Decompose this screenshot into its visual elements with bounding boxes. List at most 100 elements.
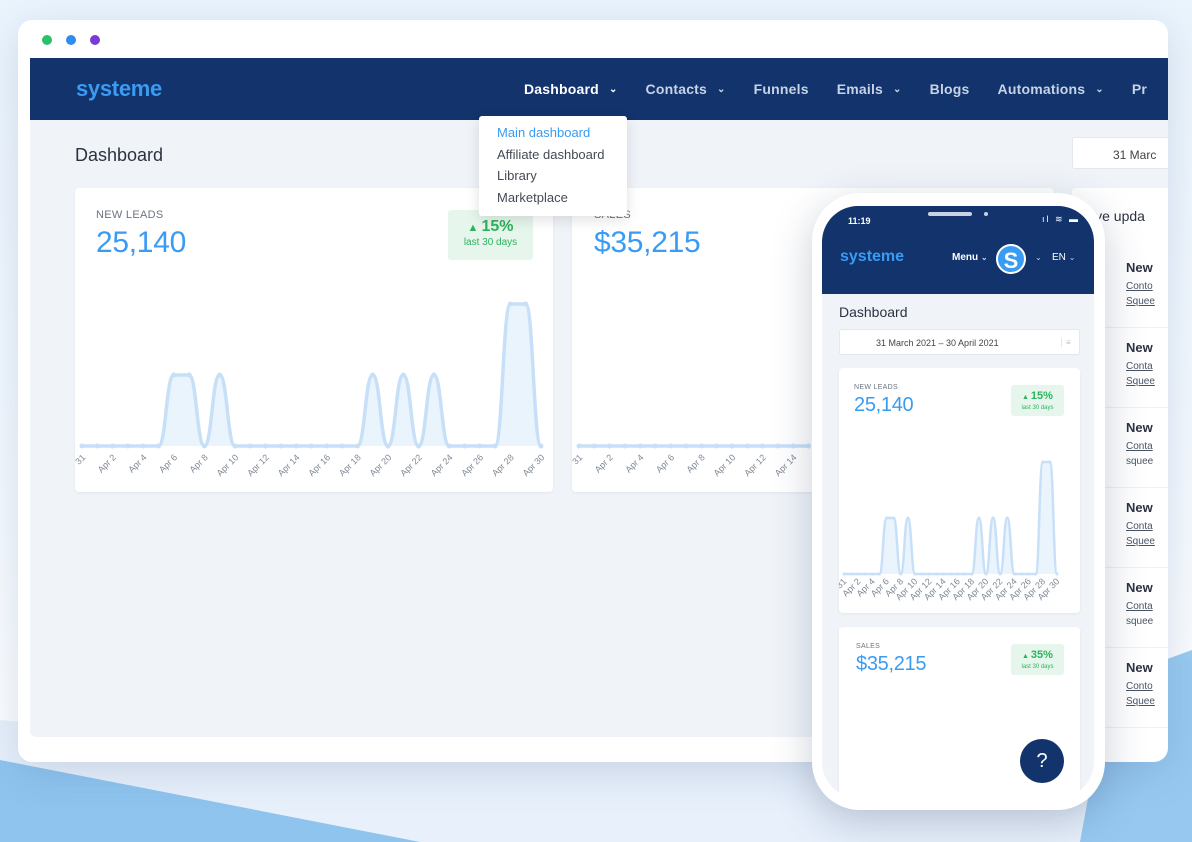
nav-item-pr[interactable]: Pr — [1132, 81, 1147, 97]
chart-point[interactable] — [899, 572, 903, 576]
chart-point[interactable] — [507, 301, 513, 307]
chart-point[interactable] — [849, 572, 853, 576]
window-dot-blue[interactable] — [66, 35, 76, 45]
chart-point[interactable] — [927, 572, 931, 576]
chart-point[interactable] — [462, 443, 467, 449]
chart-point[interactable] — [977, 516, 981, 520]
dropdown-item-marketplace[interactable]: Marketplace — [497, 187, 627, 209]
update-link[interactable]: Conta — [1126, 361, 1153, 372]
update-link[interactable]: Conta — [1126, 601, 1153, 612]
update-link[interactable]: Conto — [1126, 681, 1153, 692]
chart-point[interactable] — [263, 443, 269, 449]
date-range-picker[interactable]: 31 Marc — [1072, 137, 1168, 169]
chart-point[interactable] — [416, 443, 422, 449]
update-link[interactable]: squee — [1126, 616, 1153, 627]
update-link[interactable]: Conta — [1126, 441, 1153, 452]
window-dot-purple[interactable] — [90, 35, 100, 45]
update-link[interactable]: Squee — [1126, 696, 1155, 707]
chart-point[interactable] — [729, 443, 735, 449]
chart-point[interactable] — [385, 443, 391, 449]
filter-icon[interactable]: ≡ — [1061, 338, 1073, 347]
chart-point[interactable] — [622, 443, 628, 449]
chart-point[interactable] — [293, 443, 299, 449]
chart-point[interactable] — [885, 516, 889, 520]
chart-point[interactable] — [370, 372, 376, 378]
chart-point[interactable] — [941, 572, 945, 576]
dropdown-item-library[interactable]: Library — [497, 165, 627, 187]
chart-point[interactable] — [806, 443, 811, 449]
nav-item-emails[interactable]: Emails ⌄ — [837, 81, 902, 97]
chart-point[interactable] — [1027, 572, 1031, 576]
dropdown-item-main-dashboard[interactable]: Main dashboard — [497, 122, 627, 144]
chart-point[interactable] — [278, 443, 284, 449]
update-link[interactable]: Squee — [1126, 536, 1155, 547]
chart-point[interactable] — [591, 443, 597, 449]
chart-point[interactable] — [934, 572, 938, 576]
chart-point[interactable] — [668, 443, 674, 449]
chart-point[interactable] — [538, 443, 544, 449]
chart-point[interactable] — [1048, 460, 1052, 464]
chart-point[interactable] — [477, 443, 483, 449]
chart-point[interactable] — [607, 443, 613, 449]
language-selector[interactable]: EN ⌄ — [1052, 252, 1075, 263]
chart-point[interactable] — [949, 572, 952, 576]
chart-point[interactable] — [760, 443, 766, 449]
chart-point[interactable] — [878, 572, 881, 576]
phone-date-range-picker[interactable]: 31 March 2021 – 30 April 2021 ≡ — [839, 329, 1080, 355]
update-link[interactable]: squee — [1126, 456, 1153, 467]
chart-point[interactable] — [446, 443, 452, 449]
chart-point[interactable] — [156, 443, 161, 449]
chart-point[interactable] — [790, 443, 796, 449]
update-link[interactable]: Squee — [1126, 376, 1155, 387]
chart-point[interactable] — [247, 443, 253, 449]
help-button[interactable]: ? — [1020, 739, 1064, 783]
chart-point[interactable] — [637, 443, 643, 449]
nav-item-blogs[interactable]: Blogs — [930, 81, 970, 97]
chart-point[interactable] — [523, 301, 529, 307]
phone-menu-button[interactable]: Menu ⌄ — [952, 252, 988, 263]
chart-point[interactable] — [186, 372, 192, 378]
nav-item-automations[interactable]: Automations ⌄ — [998, 81, 1104, 97]
chart-point[interactable] — [991, 516, 995, 520]
chart-point[interactable] — [354, 443, 360, 449]
chart-point[interactable] — [970, 572, 974, 576]
chart-point[interactable] — [963, 572, 967, 576]
avatar[interactable]: S — [996, 244, 1026, 274]
chart-point[interactable] — [842, 572, 846, 576]
chart-point[interactable] — [1034, 572, 1038, 576]
nav-item-dashboard[interactable]: Dashboard ⌄ — [524, 81, 618, 97]
chart-point[interactable] — [324, 443, 330, 449]
chart-point[interactable] — [892, 516, 896, 520]
chart-point[interactable] — [698, 443, 704, 449]
chevron-down-icon[interactable]: ⌄ — [1035, 253, 1042, 262]
chart-point[interactable] — [863, 572, 867, 576]
chart-point[interactable] — [775, 443, 781, 449]
chart-point[interactable] — [683, 443, 689, 449]
dropdown-item-affiliate-dashboard[interactable]: Affiliate dashboard — [497, 144, 627, 166]
chart-point[interactable] — [714, 443, 720, 449]
chart-point[interactable] — [309, 443, 314, 449]
chart-point[interactable] — [201, 443, 207, 449]
nav-item-contacts[interactable]: Contacts ⌄ — [646, 81, 726, 97]
update-link[interactable]: Conto — [1126, 281, 1153, 292]
chart-point[interactable] — [339, 443, 345, 449]
chart-point[interactable] — [998, 572, 1002, 576]
chart-point[interactable] — [217, 372, 223, 378]
brand-logo[interactable]: systeme — [76, 76, 162, 102]
chart-point[interactable] — [94, 443, 100, 449]
chart-point[interactable] — [856, 572, 860, 576]
chart-point[interactable] — [110, 443, 116, 449]
chart-point[interactable] — [913, 572, 917, 576]
nav-item-funnels[interactable]: Funnels — [754, 81, 809, 97]
chart-point[interactable] — [744, 443, 750, 449]
chart-point[interactable] — [171, 372, 177, 378]
chart-point[interactable] — [492, 443, 498, 449]
window-dot-green[interactable] — [42, 35, 52, 45]
chart-point[interactable] — [1041, 460, 1045, 464]
chart-point[interactable] — [984, 572, 988, 576]
chart-point[interactable] — [1020, 572, 1023, 576]
chart-point[interactable] — [1055, 572, 1059, 576]
chart-point[interactable] — [576, 443, 582, 449]
chart-point[interactable] — [125, 443, 131, 449]
chart-point[interactable] — [1012, 572, 1016, 576]
